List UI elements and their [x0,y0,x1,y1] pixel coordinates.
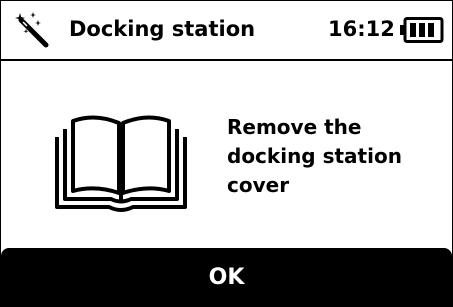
instruction-message: Remove the docking station cover [227,113,437,200]
ok-button[interactable]: OK [1,248,452,306]
battery-full-icon [400,17,444,43]
dialog-screen: Docking station 16:12 Remove the docking… [0,0,453,307]
screen-title: Docking station [69,17,256,41]
message-line-2: docking station [227,144,402,168]
magic-wand-icon [15,12,49,48]
header-bar: Docking station 16:12 [1,1,452,61]
message-line-3: cover [227,173,290,197]
manual-book-icon [55,115,187,212]
clock-time: 16:12 [328,17,395,41]
message-line-1: Remove the [227,115,362,139]
